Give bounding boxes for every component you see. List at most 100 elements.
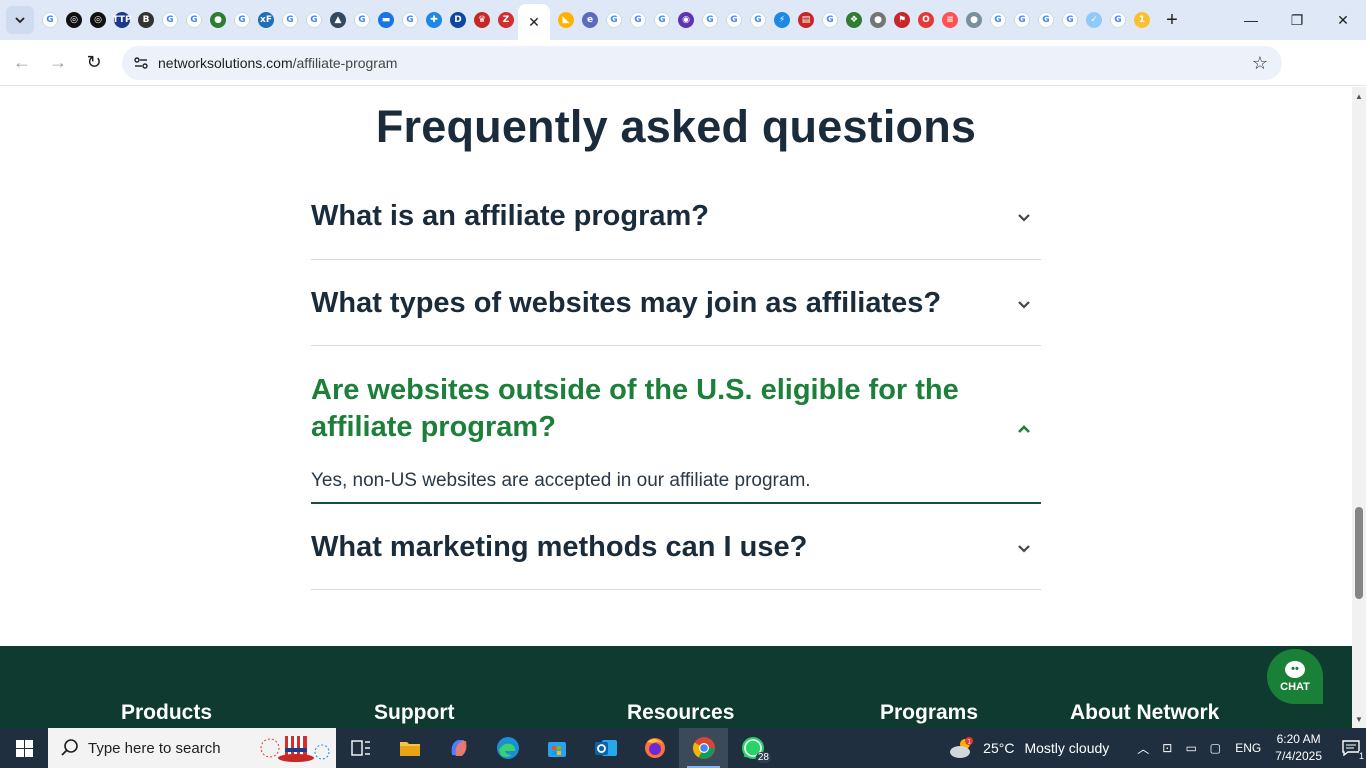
taskbar-search-box[interactable]: Type here to search — [48, 728, 336, 768]
browser-tab[interactable]: G — [302, 0, 326, 40]
reload-button[interactable]: ↻ — [76, 45, 112, 81]
footer-programs-heading[interactable]: Programs — [880, 701, 978, 725]
browser-tab[interactable]: e — [578, 0, 602, 40]
browser-tab[interactable]: ▬ — [374, 0, 398, 40]
chevron-down-icon[interactable] — [1017, 298, 1031, 312]
browser-tab[interactable]: ✚ — [422, 0, 446, 40]
browser-tab[interactable]: ● — [962, 0, 986, 40]
browser-tab[interactable]: ⚡ — [770, 0, 794, 40]
browser-tab[interactable]: G — [626, 0, 650, 40]
close-window-button[interactable]: ✕ — [1320, 0, 1366, 40]
browser-tab[interactable]: G — [278, 0, 302, 40]
footer-products-heading[interactable]: Products — [121, 701, 212, 725]
browser-tab[interactable]: ● — [206, 0, 230, 40]
browser-tab[interactable]: ≡ — [938, 0, 962, 40]
faq-question[interactable]: What marketing methods can I use? — [311, 529, 1041, 566]
browser-tab[interactable]: G — [1034, 0, 1058, 40]
browser-tab[interactable]: G — [1106, 0, 1130, 40]
faq-item-expanded[interactable]: Are websites outside of the U.S. eligibl… — [311, 346, 1041, 504]
browser-tab[interactable]: G — [602, 0, 626, 40]
browser-tab[interactable]: TTP — [110, 0, 134, 40]
browser-tab[interactable]: G — [158, 0, 182, 40]
meet-now-icon[interactable]: ⊡ — [1155, 728, 1179, 768]
browser-tab[interactable]: ✓ — [1082, 0, 1106, 40]
browser-tab[interactable]: D — [446, 0, 470, 40]
browser-tab[interactable]: ▤ — [794, 0, 818, 40]
browser-tab[interactable]: G — [818, 0, 842, 40]
tab-search-button[interactable] — [6, 6, 34, 34]
browser-tab[interactable]: ● — [866, 0, 890, 40]
battery-icon[interactable]: ▭ — [1179, 728, 1203, 768]
footer-about-heading[interactable]: About Network — [1070, 701, 1219, 725]
show-hidden-icons-chevron-icon[interactable]: ︿ — [1131, 728, 1155, 768]
back-button[interactable]: ← — [4, 45, 40, 81]
browser-tab[interactable]: ◎ — [86, 0, 110, 40]
scrollbar-thumb[interactable] — [1355, 507, 1363, 599]
chat-button[interactable]: •• CHAT — [1267, 649, 1323, 704]
browser-tab[interactable]: O — [914, 0, 938, 40]
outlook-icon[interactable] — [581, 728, 630, 768]
browser-tab[interactable]: ⚑ — [890, 0, 914, 40]
browser-tab[interactable]: G — [746, 0, 770, 40]
browser-tab[interactable]: ◣ — [554, 0, 578, 40]
scroll-down-arrow-icon[interactable]: ▼ — [1352, 712, 1366, 726]
firefox-icon[interactable] — [630, 728, 679, 768]
chevron-down-icon[interactable] — [1017, 542, 1031, 556]
copilot-icon[interactable] — [434, 728, 483, 768]
google-icon: G — [630, 12, 646, 28]
start-button[interactable] — [0, 728, 48, 768]
site-info-icon[interactable] — [126, 55, 156, 71]
network-icon[interactable]: ▢ — [1203, 728, 1227, 768]
new-tab-button[interactable]: + — [1158, 6, 1186, 34]
restore-button[interactable]: ❐ — [1274, 0, 1320, 40]
address-bar[interactable]: networksolutions.com/affiliate-program ☆ — [122, 46, 1282, 80]
forward-button[interactable]: → — [40, 45, 76, 81]
browser-tab[interactable]: ◉ — [674, 0, 698, 40]
input-language[interactable]: ENG — [1235, 741, 1261, 755]
browser-tab[interactable]: G — [1058, 0, 1082, 40]
chevron-down-icon[interactable] — [1017, 211, 1031, 225]
browser-tab[interactable]: Z — [494, 0, 518, 40]
edge-icon[interactable] — [483, 728, 532, 768]
microsoft-store-icon[interactable] — [532, 728, 581, 768]
browser-tab[interactable]: G — [650, 0, 674, 40]
scroll-up-arrow-icon[interactable]: ▲ — [1352, 89, 1366, 103]
active-tab[interactable]: ✕ — [518, 4, 550, 40]
weather-widget[interactable]: 1 25°C Mostly cloudy — [949, 737, 1109, 759]
footer-resources-heading[interactable]: Resources — [627, 701, 734, 725]
browser-tab[interactable]: G — [1010, 0, 1034, 40]
browser-tab[interactable]: G — [722, 0, 746, 40]
faq-item[interactable]: What marketing methods can I use? — [311, 504, 1041, 590]
browser-tab[interactable]: G — [182, 0, 206, 40]
browser-tab[interactable]: ♛ — [470, 0, 494, 40]
task-view-icon[interactable] — [336, 728, 385, 768]
page-scrollbar[interactable]: ▲ ▼ — [1352, 87, 1366, 728]
chrome-icon[interactable] — [679, 728, 728, 768]
chevron-up-icon[interactable] — [1017, 422, 1031, 436]
system-clock[interactable]: 6:20 AM 7/4/2025 — [1275, 731, 1322, 765]
faq-item[interactable]: What is an affiliate program? — [311, 173, 1041, 260]
minimize-button[interactable]: — — [1228, 0, 1274, 40]
faq-question[interactable]: What is an affiliate program? — [311, 198, 1041, 235]
browser-tab[interactable]: G — [230, 0, 254, 40]
faq-question[interactable]: Are websites outside of the U.S. eligibl… — [311, 372, 1041, 446]
browser-tab[interactable]: B — [134, 0, 158, 40]
faq-question[interactable]: What types of websites may join as affil… — [311, 285, 1041, 322]
browser-tab[interactable]: G — [698, 0, 722, 40]
browser-tab[interactable]: 1 — [1130, 0, 1154, 40]
close-tab-icon[interactable]: ✕ — [528, 14, 540, 31]
whatsapp-icon[interactable]: 28 — [728, 728, 777, 768]
notification-center-icon[interactable]: 1 — [1336, 728, 1366, 768]
browser-tab[interactable]: ◎ — [62, 0, 86, 40]
browser-tab[interactable]: G — [986, 0, 1010, 40]
browser-tab[interactable]: xF — [254, 0, 278, 40]
browser-tab[interactable]: ▲ — [326, 0, 350, 40]
file-explorer-icon[interactable] — [385, 728, 434, 768]
browser-tab[interactable]: G — [350, 0, 374, 40]
browser-tab[interactable]: ❖ — [842, 0, 866, 40]
browser-tab[interactable]: G — [38, 0, 62, 40]
faq-item[interactable]: What types of websites may join as affil… — [311, 260, 1041, 346]
bookmark-star-icon[interactable]: ☆ — [1252, 53, 1268, 74]
browser-tab[interactable]: G — [398, 0, 422, 40]
footer-support-heading[interactable]: Support — [374, 701, 454, 725]
